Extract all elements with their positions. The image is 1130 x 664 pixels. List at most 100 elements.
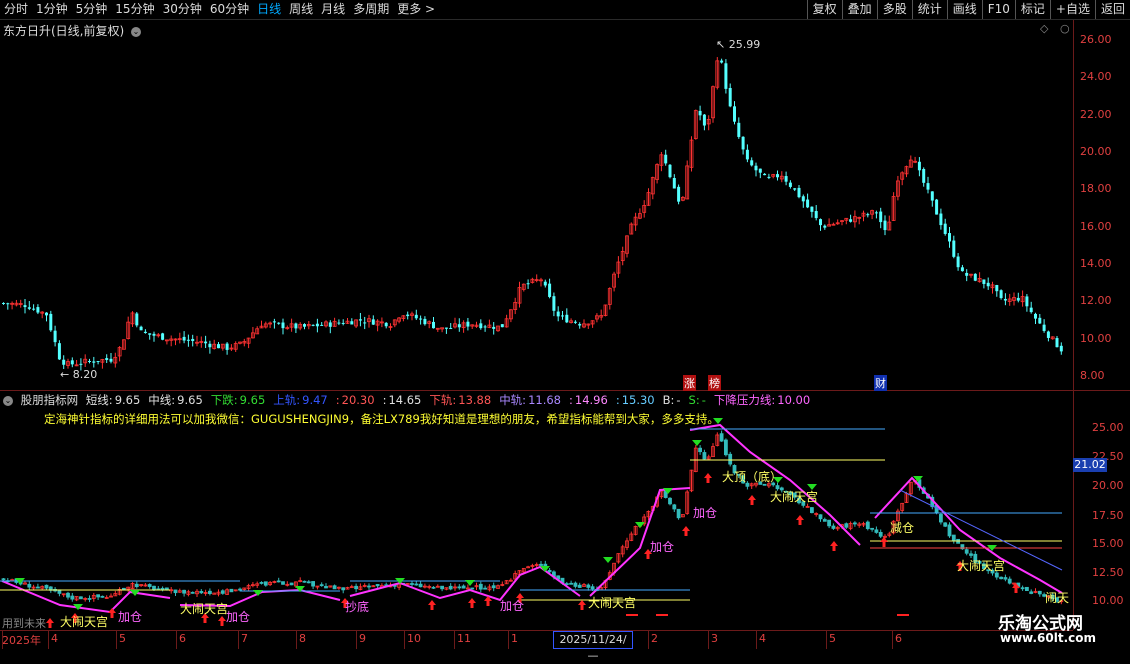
chart-canvas[interactable] (0, 0, 1130, 650)
indicator-value: 下跌: 9.65 (211, 393, 269, 407)
x-tick-mark (356, 631, 357, 649)
signal-label: 加仓 (500, 599, 525, 613)
y-tick-label: 20.00 (1092, 479, 1124, 492)
panel-divider (0, 390, 1130, 391)
watermark-url: www.60lt.com (1000, 631, 1097, 645)
signal-label: 闹天 (1045, 591, 1070, 605)
indicator-name: 股朋指标网 (20, 393, 79, 407)
signal-label: 减仓 (890, 521, 915, 535)
x-tick-mark (454, 631, 455, 649)
high-price-label: ↖ 25.99 (716, 38, 761, 51)
indicator-value-number: 9.65 (177, 393, 203, 407)
indicator-value-label: 下降压力线: (713, 393, 776, 407)
indicator-value: :15.30 (616, 393, 659, 407)
y-tick-label: 15.00 (1092, 537, 1124, 550)
indicator-value-number: 13.88 (458, 393, 492, 407)
x-tick-label: 5 (119, 632, 126, 645)
indicator-value: 下降压力线: 10.00 (714, 393, 814, 407)
x-tick-label: 1 (511, 632, 518, 645)
y-tick-label: 10.00 (1092, 594, 1124, 607)
x-tick-label: 7 (241, 632, 248, 645)
x-tick-label: 9 (359, 632, 366, 645)
indicator-value: B: - (663, 393, 685, 407)
event-tag-finance[interactable]: 财 (874, 375, 887, 391)
indicator-value: 中轨: 11.68 (499, 393, 565, 407)
signal-label: 加仓 (226, 610, 251, 624)
x-tick-mark (116, 631, 117, 649)
current-value-badge: 21.02 (1073, 458, 1107, 472)
x-tick-mark (892, 631, 893, 649)
x-tick-mark (404, 631, 405, 649)
x-tick-label: 3 (711, 632, 718, 645)
low-price-label: ← 8.20 (60, 368, 98, 381)
x-tick-mark (708, 631, 709, 649)
x-tick-mark (238, 631, 239, 649)
x-tick-label: 10 (407, 632, 421, 645)
signal-label: 大闹天宫 (588, 596, 637, 610)
indicator-values: 短线: 9.65 中线: 9.65 下跌: 9.65 上轨: 9.47:20.30:14.65… (86, 393, 818, 407)
signal-label: 大顶（底） (722, 470, 783, 484)
x-tick-label: 6 (895, 632, 902, 645)
x-tick-mark (2, 631, 3, 649)
x-tick-label: 4 (759, 632, 766, 645)
indicator-value-number: 14.96 (574, 393, 608, 407)
indicator-value-label: : (382, 393, 387, 407)
indicator-value-label: S: (688, 393, 700, 407)
indicator-value: :14.96 (569, 393, 612, 407)
axis-divider (1073, 20, 1074, 630)
indicator-value-label: : (335, 393, 340, 407)
indicator-value-number: 9.47 (302, 393, 328, 407)
bottom-hint: 用到未来 (2, 617, 46, 630)
signal-label: 大闹天宫 (180, 602, 229, 616)
signal-label: 大闹天宫 (60, 615, 109, 629)
indicator-value-label: 上轨: (273, 393, 301, 407)
indicator-value-label: 下轨: (429, 393, 457, 407)
indicator-value: :14.65 (383, 393, 426, 407)
signal-label: 大闹天宫 (770, 490, 819, 504)
indicator-value-number: 9.65 (114, 393, 141, 407)
indicator-value-number: 11.68 (528, 393, 561, 407)
indicator-value: 上轨: 9.47 (273, 393, 331, 407)
date-cursor: 2025/11/24/— (553, 631, 633, 662)
y-tick-label: 14.00 (1080, 257, 1112, 270)
indicator-value: 中线: 9.65 (148, 393, 206, 407)
indicator-value-number: 20.30 (341, 393, 375, 407)
y-tick-label: 16.00 (1080, 220, 1112, 233)
indicator-value: 下轨: 13.88 (429, 393, 495, 407)
y-tick-label: 24.00 (1080, 70, 1112, 83)
indicator-value: :20.30 (336, 393, 379, 407)
indicator-value-label: : (615, 393, 620, 407)
event-tag-limit-up[interactable]: 涨 (683, 375, 696, 391)
event-tag-list[interactable]: 榜 (708, 375, 721, 391)
indicator-value-number: 10.00 (777, 393, 811, 407)
y-tick-label: 25.00 (1092, 421, 1124, 434)
signal-label: 加仓 (693, 506, 718, 520)
x-tick-label: 11 (457, 632, 471, 645)
y-tick-label: 10.00 (1080, 332, 1112, 345)
y-tick-label: 22.00 (1080, 108, 1112, 121)
indicator-legend: ⌄ 股朋指标网 短线: 9.65 中线: 9.65 下跌: 9.65 上轨: 9.47:20.… (3, 392, 822, 408)
chevron-down-icon[interactable]: ⌄ (3, 395, 13, 406)
x-tick-label: 8 (299, 632, 306, 645)
indicator-value-label: 下跌: (210, 393, 238, 407)
y-tick-label: 18.00 (1080, 182, 1112, 195)
indicator-value-label: 中轨: (499, 393, 527, 407)
x-tick-label: 4 (51, 632, 58, 645)
indicator-value-number: 15.30 (621, 393, 655, 407)
indicator-ad-text: 定海神针指标的详细用法可以加我微信：GUGUSHENGJIN9，备注LX789我… (44, 412, 719, 426)
indicator-value-label: : (569, 393, 573, 407)
x-tick-mark (176, 631, 177, 649)
x-axis (0, 630, 1073, 651)
signal-label: 加仓 (118, 610, 143, 624)
x-tick-label: 6 (179, 632, 186, 645)
y-tick-label: 20.00 (1080, 145, 1112, 158)
y-tick-label: 17.50 (1092, 509, 1124, 522)
y-tick-label: 12.50 (1092, 566, 1124, 579)
indicator-value-number: - (701, 393, 706, 407)
indicator-value: 短线: 9.65 (86, 393, 144, 407)
indicator-value: S: - (689, 393, 710, 407)
x-tick-label: 5 (829, 632, 836, 645)
signal-label: 大闹天宫 (957, 559, 1006, 573)
x-tick-mark (508, 631, 509, 649)
indicator-value-label: 中线: (148, 393, 176, 407)
